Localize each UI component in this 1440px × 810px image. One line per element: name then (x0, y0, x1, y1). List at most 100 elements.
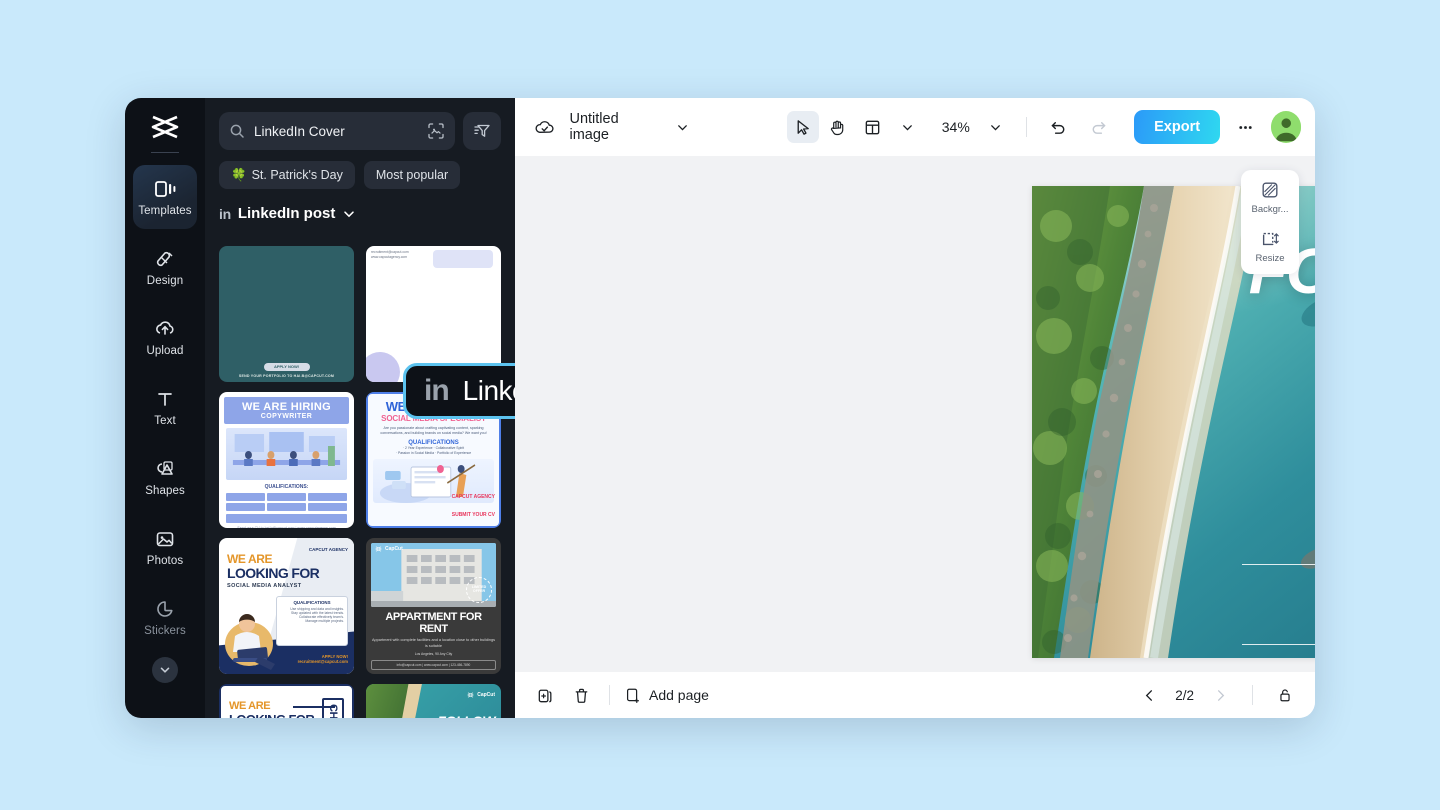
template-qualification-cells (226, 493, 347, 511)
resize-button[interactable]: Resize (1241, 229, 1299, 264)
chip-label: St. Patrick's Day (251, 168, 343, 182)
page-navigator: 2/2 (1135, 681, 1299, 709)
left-tool-rail: Templates Design Upload Text Shapes Phot… (125, 98, 205, 718)
template-grid: APPLY NOW! SEND YOUR PORTFOLIO TO HAI.B@… (219, 246, 501, 718)
layout-menu-chevron[interactable] (892, 111, 924, 143)
rail-expand-button[interactable] (152, 657, 178, 683)
shapes-icon (157, 460, 173, 475)
clover-icon: 🍀 (231, 167, 247, 182)
template-description: Appartment with complete facilities and … (371, 638, 496, 648)
template-card[interactable]: APPLY NOW! SEND YOUR PORTFOLIO TO HAI.B@… (219, 246, 354, 382)
sidebar-item-text[interactable]: Text (133, 375, 197, 439)
sidebar-item-label: Stickers (144, 624, 186, 637)
chevron-down-icon (160, 667, 170, 673)
templates-panel: LinkedIn Cover 🍀 St. Patrick's Day Most … (205, 98, 515, 718)
lock-page-button[interactable] (1271, 681, 1299, 709)
zoom-menu-chevron[interactable] (980, 111, 1010, 143)
sidebar-item-label: Upload (146, 344, 184, 357)
document-menu-chevron[interactable] (668, 111, 698, 143)
add-page-button[interactable]: Add page (624, 686, 709, 704)
upload-cloud-icon (156, 320, 174, 335)
canvas-stage[interactable]: CapCut FOLLOW WITH US Scenic Area Tour G… (515, 156, 1315, 672)
headline-line-3: US (1114, 360, 1315, 419)
sidebar-item-shapes[interactable]: Shapes (133, 445, 197, 509)
template-card[interactable]: CAPCUT AGENCY WE ARE LOOKING FOR SOCIAL … (219, 538, 354, 674)
delete-page-button[interactable] (567, 681, 595, 709)
chip-st-patricks-day[interactable]: 🍀 St. Patrick's Day (219, 161, 355, 189)
layout-tool[interactable] (857, 111, 889, 143)
template-card[interactable]: WE ARE LOOKING FOR CHEF (219, 684, 354, 718)
document-title[interactable]: Untitled image (569, 111, 657, 143)
template-watermark: CapCut (467, 692, 495, 698)
template-subtitle: LOOKING FOR (227, 565, 320, 581)
template-card[interactable]: CapCut FOLLOW WITH US (366, 684, 501, 718)
template-card[interactable]: WE ARE HIRING COPYWRITER QUALIFICATIONS:… (219, 392, 354, 528)
chip-label: Most popular (375, 168, 449, 182)
template-location: Los Angeles, 90 Any City (414, 652, 453, 657)
hand-tool[interactable] (822, 111, 854, 143)
filter-chips: 🍀 St. Patrick's Day Most popular (219, 161, 501, 189)
rail-divider (151, 152, 179, 153)
export-button[interactable]: Export (1134, 110, 1221, 144)
sidebar-item-templates[interactable]: Templates (133, 165, 197, 229)
undo-button[interactable] (1043, 111, 1073, 143)
filter-button[interactable] (463, 112, 501, 150)
linkedin-badge-icon: in (424, 374, 450, 407)
template-role-box: CHEF (322, 698, 344, 718)
decor-rule-bottom (1242, 644, 1315, 645)
sidebar-item-label: Design (146, 274, 184, 287)
template-subtitle: LOOKING FOR (229, 712, 315, 718)
sidebar-item-photos[interactable]: Photos (133, 515, 197, 579)
sidebar-item-label: Photos (146, 554, 184, 567)
template-apply: APPLY NOW! recruitment@capcut.com (297, 654, 348, 664)
search-input[interactable]: LinkedIn Cover (219, 112, 455, 150)
cloud-saved-icon[interactable] (529, 111, 559, 143)
capcut-logo-icon[interactable] (148, 112, 182, 142)
sidebar-item-label: Text (154, 414, 176, 427)
decor-shape (433, 250, 493, 268)
decor-rule-top (1242, 564, 1315, 565)
template-card[interactable]: CapCut LIMITED OFFER APPARTMENT FOR RENT… (366, 538, 501, 674)
template-card[interactable]: recruitment@capcut.com www.capcutagency.… (366, 246, 501, 382)
templates-icon (155, 180, 176, 197)
more-options-button[interactable] (1230, 111, 1260, 143)
user-avatar[interactable] (1270, 111, 1301, 143)
template-role: SOCIAL MEDIA ANALYST (227, 583, 302, 589)
layout-grid-icon (865, 120, 880, 134)
template-title: WE ARE (229, 700, 271, 712)
filter-icon (474, 124, 490, 137)
template-qualification-card: QUALIFICATIONS Use shipping and data and… (276, 596, 348, 646)
background-label: Backgr... (1251, 204, 1289, 215)
chip-most-popular[interactable]: Most popular (363, 161, 461, 189)
template-photo: CapCut LIMITED OFFER (371, 543, 496, 607)
sidebar-item-design[interactable]: Design (133, 235, 197, 299)
template-watermark: CapCut (375, 546, 403, 552)
page-indicator: 2/2 (1175, 687, 1194, 703)
bottom-divider (1252, 685, 1253, 705)
prev-page-button[interactable] (1135, 681, 1163, 709)
headline-line-2: WITH (1114, 301, 1315, 360)
chevron-down-icon (903, 124, 913, 130)
decor-shape (366, 352, 400, 382)
resize-icon (1262, 232, 1279, 246)
template-cta (226, 514, 347, 523)
category-dropdown[interactable]: in LinkedIn post (219, 205, 501, 222)
image-search-icon[interactable] (427, 122, 445, 140)
zoom-callout-linkedin-post[interactable]: in LinkedIn post (403, 363, 515, 419)
redo-button[interactable] (1084, 111, 1114, 143)
chevron-down-icon (678, 124, 688, 130)
chevron-left-icon (1145, 689, 1152, 701)
chevron-right-icon (1217, 689, 1224, 701)
sidebar-item-stickers[interactable]: Stickers (133, 585, 197, 649)
sidebar-item-upload[interactable]: Upload (133, 305, 197, 369)
template-subtitle: COPYWRITER (260, 413, 313, 420)
template-submit: SUBMIT YOUR CV (451, 511, 495, 518)
resize-label: Resize (1255, 253, 1285, 264)
next-page-button[interactable] (1206, 681, 1234, 709)
select-tool[interactable] (786, 111, 819, 143)
photos-icon (156, 531, 174, 546)
canvas-side-panel: Backgr... Resize (1241, 170, 1299, 274)
duplicate-page-button[interactable] (531, 681, 559, 709)
background-button[interactable]: Backgr... (1241, 180, 1299, 215)
toolbar-divider (1026, 117, 1028, 137)
